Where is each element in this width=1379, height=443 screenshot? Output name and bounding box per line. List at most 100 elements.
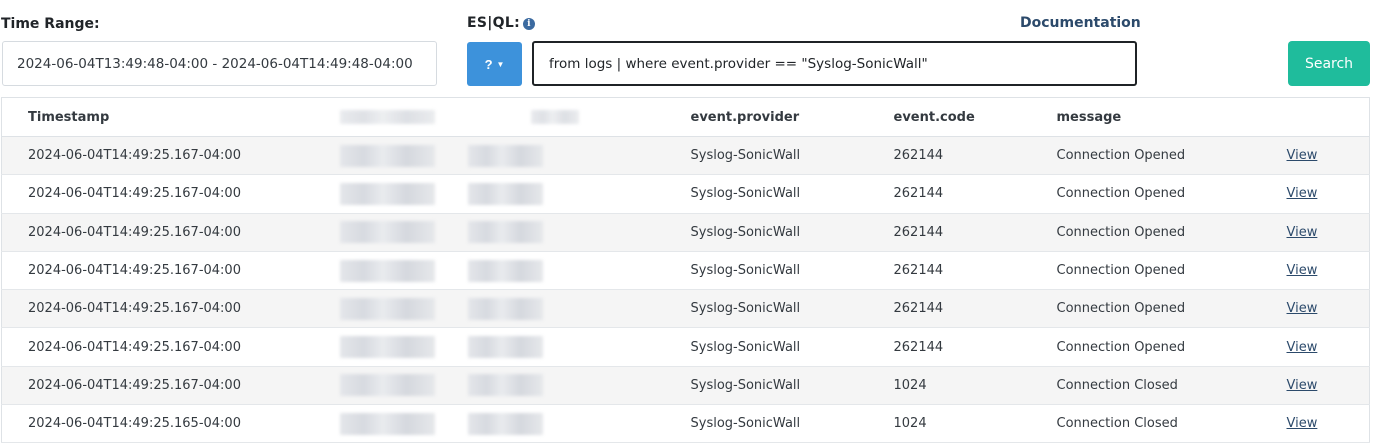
redacted-block [467,297,543,320]
search-button[interactable]: Search [1288,41,1370,86]
column-header-message[interactable]: message [1056,97,1287,137]
cell-event-code: 262144 [893,136,1057,176]
redacted-block [467,412,543,435]
cell-redacted [335,251,451,291]
view-link[interactable]: View [1287,416,1318,431]
cell-event-code: 262144 [893,289,1057,329]
cell-event-code: 262144 [893,213,1057,252]
cell-event-code: 1024 [893,404,1057,443]
cell-redacted [450,251,691,291]
table-body: 2024-06-04T14:49:25.167-04:00 Syslog-Soni… [1,136,1370,443]
cell-timestamp: 2024-06-04T14:49:25.167-04:00 [1,289,336,329]
esql-query-input[interactable] [532,41,1137,86]
documentation-link[interactable]: Documentation [1020,15,1141,31]
cell-redacted [335,366,451,406]
view-link[interactable]: View [1287,263,1318,278]
cell-redacted [335,327,451,367]
column-header-timestamp[interactable]: Timestamp [1,97,336,137]
cell-redacted [335,213,451,252]
redacted-block [339,336,435,359]
redacted-block [467,336,543,359]
cell-timestamp: 2024-06-04T14:49:25.167-04:00 [1,174,336,214]
cell-actions: View [1286,251,1370,291]
view-link[interactable]: View [1287,378,1318,393]
esql-label-text: ES|QL: [467,15,520,31]
time-range-label: Time Range: [1,16,100,32]
column-header-event-provider[interactable]: event.provider [690,97,894,137]
redacted-block [339,412,435,435]
cell-redacted [450,289,691,329]
view-link[interactable]: View [1287,186,1318,201]
cell-redacted [450,404,691,443]
table-row[interactable]: 2024-06-04T14:49:25.167-04:00 Syslog-Soni… [1,327,1370,367]
cell-timestamp: 2024-06-04T14:49:25.167-04:00 [1,213,336,252]
cell-actions: View [1286,174,1370,214]
redacted-block [339,110,435,124]
cell-timestamp: 2024-06-04T14:49:25.165-04:00 [1,404,336,443]
table-row[interactable]: 2024-06-04T14:49:25.165-04:00 Syslog-Soni… [1,404,1370,443]
cell-event-provider: Syslog-SonicWall [690,251,894,291]
cell-event-provider: Syslog-SonicWall [690,136,894,176]
cell-message: Connection Closed [1056,404,1287,443]
cell-event-code: 262144 [893,174,1057,214]
cell-actions: View [1286,213,1370,252]
cell-message: Connection Opened [1056,289,1287,329]
view-link[interactable]: View [1287,225,1318,240]
view-link[interactable]: View [1287,148,1318,163]
column-header-actions [1286,97,1370,137]
cell-message: Connection Opened [1056,136,1287,176]
cell-message: Connection Opened [1056,251,1287,291]
table-row[interactable]: 2024-06-04T14:49:25.167-04:00 Syslog-Soni… [1,366,1370,406]
table-row[interactable]: 2024-06-04T14:49:25.167-04:00 Syslog-Soni… [1,136,1370,176]
cell-actions: View [1286,366,1370,406]
cell-event-provider: Syslog-SonicWall [690,327,894,367]
cell-event-provider: Syslog-SonicWall [690,404,894,443]
cell-event-provider: Syslog-SonicWall [690,289,894,329]
cell-message: Connection Opened [1056,174,1287,214]
redacted-block [339,182,435,205]
redacted-block [339,221,435,244]
cell-timestamp: 2024-06-04T14:49:25.167-04:00 [1,251,336,291]
cell-message: Connection Opened [1056,327,1287,367]
cell-timestamp: 2024-06-04T14:49:25.167-04:00 [1,366,336,406]
redacted-block [467,182,543,205]
esql-help-dropdown-button[interactable]: ? ▼ [467,42,522,86]
redacted-block [339,259,435,282]
cell-redacted [450,136,691,176]
redacted-block [467,259,543,282]
redacted-block [339,374,435,397]
cell-timestamp: 2024-06-04T14:49:25.167-04:00 [1,136,336,176]
cell-message: Connection Opened [1056,213,1287,252]
cell-redacted [335,289,451,329]
cell-event-provider: Syslog-SonicWall [690,213,894,252]
time-range-input[interactable] [2,41,437,86]
redacted-block [467,221,543,244]
caret-down-icon: ▼ [496,59,505,69]
table-row[interactable]: 2024-06-04T14:49:25.167-04:00 Syslog-Soni… [1,213,1370,252]
redacted-block [339,144,435,167]
redacted-block [467,144,543,167]
table-row[interactable]: 2024-06-04T14:49:25.167-04:00 Syslog-Soni… [1,251,1370,291]
cell-event-code: 1024 [893,366,1057,406]
redacted-block [530,110,579,124]
cell-actions: View [1286,289,1370,329]
cell-event-code: 262144 [893,251,1057,291]
redacted-block [467,374,543,397]
cell-redacted [450,327,691,367]
view-link[interactable]: View [1287,340,1318,355]
cell-redacted [450,174,691,214]
column-header-event-code[interactable]: event.code [893,97,1057,137]
cell-redacted [335,404,451,443]
info-circle-icon[interactable]: i [522,18,535,30]
results-table: Timestamp event.provider event.code mess… [1,97,1370,443]
view-link[interactable]: View [1287,301,1318,316]
cell-event-provider: Syslog-SonicWall [690,366,894,406]
table-row[interactable]: 2024-06-04T14:49:25.167-04:00 Syslog-Soni… [1,174,1370,214]
cell-redacted [335,136,451,176]
cell-redacted [450,366,691,406]
esql-label: ES|QL: i [467,15,535,31]
cell-redacted [335,174,451,214]
table-row[interactable]: 2024-06-04T14:49:25.167-04:00 Syslog-Soni… [1,289,1370,329]
cell-timestamp: 2024-06-04T14:49:25.167-04:00 [1,327,336,367]
cell-event-code: 262144 [893,327,1057,367]
